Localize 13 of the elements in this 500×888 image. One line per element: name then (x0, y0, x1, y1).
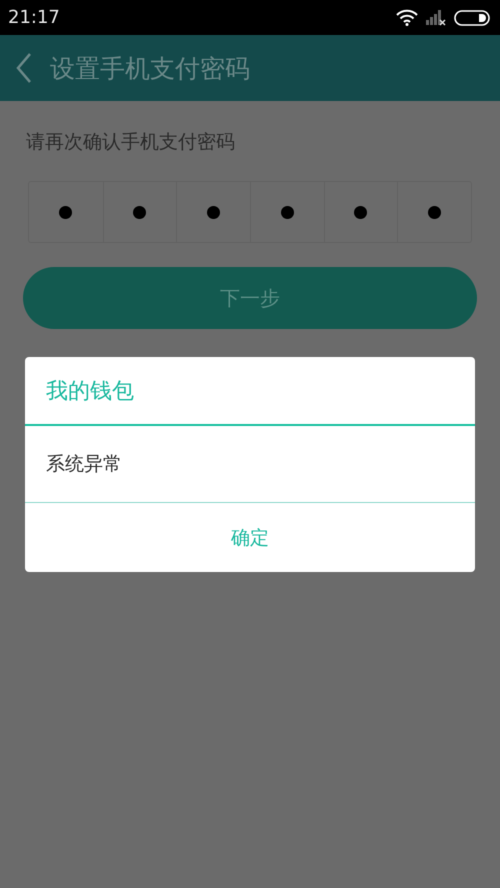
back-button[interactable] (16, 53, 32, 83)
confirm-button[interactable]: 确定 (25, 503, 475, 572)
dialog-message: 系统异常 (25, 426, 475, 503)
signal-icon (426, 9, 446, 26)
dialog-title: 我的钱包 (25, 357, 475, 426)
status-time: 21:17 (8, 7, 60, 28)
battery-icon (454, 10, 490, 26)
back-icon (16, 53, 32, 83)
pin-field[interactable] (28, 181, 472, 243)
page-title: 设置手机支付密码 (50, 52, 250, 84)
prompt-text: 请再次确认手机支付密码 (26, 130, 236, 155)
wifi-icon (396, 9, 418, 26)
next-button[interactable]: 下一步 (23, 267, 477, 329)
